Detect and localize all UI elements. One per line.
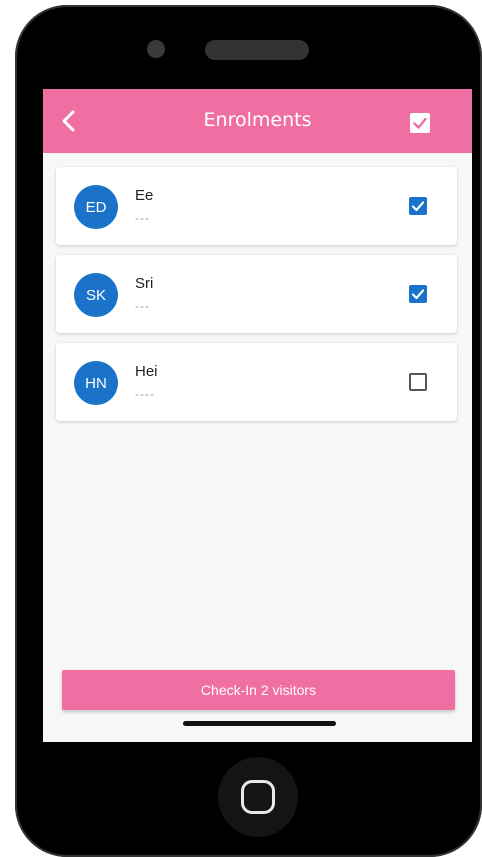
home-square-icon xyxy=(241,780,275,814)
chevron-left-icon xyxy=(62,110,75,132)
enrolment-card[interactable]: ED Ee --- xyxy=(56,167,457,245)
home-button[interactable] xyxy=(218,757,298,837)
visitor-subtitle: --- xyxy=(135,211,150,225)
earpiece-speaker xyxy=(205,40,309,60)
phone-frame: Enrolments ED Ee --- SK Sri --- HN Hei -… xyxy=(15,5,482,857)
enrolment-checkbox[interactable] xyxy=(409,373,427,391)
checkmark-icon xyxy=(411,289,425,300)
visitor-name: Ee xyxy=(135,187,154,204)
avatar: HN xyxy=(74,361,118,405)
visitor-name: Sri xyxy=(135,275,154,292)
enrolment-card[interactable]: SK Sri --- xyxy=(56,255,457,333)
check-in-button[interactable]: Check-In 2 visitors xyxy=(62,670,455,710)
visitor-name: Hei xyxy=(135,363,158,380)
front-camera xyxy=(147,40,165,58)
page-title: Enrolments xyxy=(203,109,312,131)
visitor-subtitle: ---- xyxy=(135,387,155,401)
back-button[interactable] xyxy=(53,105,85,137)
app-screen: Enrolments ED Ee --- SK Sri --- HN Hei -… xyxy=(43,89,472,742)
app-bar: Enrolments xyxy=(43,89,472,153)
avatar: SK xyxy=(74,273,118,317)
checkmark-icon xyxy=(411,201,425,212)
visitor-subtitle: --- xyxy=(135,299,150,313)
checkmark-icon xyxy=(413,117,427,129)
enrolment-checkbox[interactable] xyxy=(409,197,427,215)
home-indicator-bar xyxy=(183,721,336,726)
avatar: ED xyxy=(74,185,118,229)
enrolment-checkbox[interactable] xyxy=(409,285,427,303)
enrolment-card[interactable]: HN Hei ---- xyxy=(56,343,457,421)
select-all-checkbox[interactable] xyxy=(410,113,430,133)
